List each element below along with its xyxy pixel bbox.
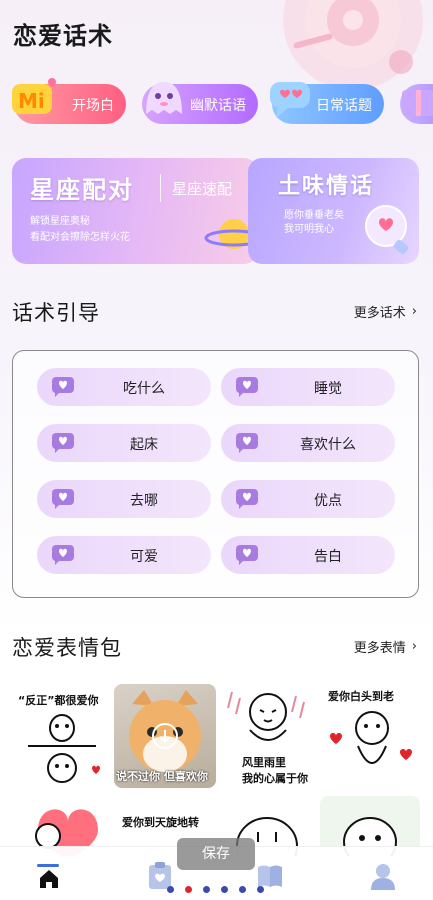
more-lines-label: 更多话术 xyxy=(353,306,406,321)
heart-chat-icon xyxy=(236,545,258,565)
active-tab-indicator xyxy=(37,864,59,867)
chip-opening[interactable]: Mi 开场白 xyxy=(12,78,126,124)
mi-badge-icon: Mi xyxy=(12,78,56,114)
category-chips: Mi 开场白 幽默话语 日常话题 xyxy=(0,78,433,132)
zodiac-card-title: 星座配对 xyxy=(30,176,134,204)
sticker-item[interactable]: “反正”都很爱你 xyxy=(12,684,112,788)
chip-label: 日常话题 xyxy=(316,98,372,114)
guide-item-label: 吃什么 xyxy=(123,381,165,397)
ghost-icon xyxy=(146,82,182,114)
guide-item[interactable]: 睡觉 xyxy=(221,368,395,406)
doodle-hugging-icon xyxy=(227,691,305,741)
sticker-caption: 爱你白头到老 xyxy=(328,690,394,703)
pager-dots xyxy=(162,886,272,896)
lightbulb-heart-icon xyxy=(365,205,409,255)
heart-chat-icon xyxy=(52,377,74,397)
pager-dot[interactable] xyxy=(257,886,264,893)
heart-chat-icon xyxy=(52,489,74,509)
pager-dot[interactable] xyxy=(167,886,174,893)
chip-daily[interactable]: 日常话题 xyxy=(270,82,384,124)
heart-chat-icon xyxy=(52,545,74,565)
cheesy-lines-card[interactable]: 土味情话 愿你垂垂老矣 我可明我心 xyxy=(248,158,419,264)
sticker-caption: 我的心属于你 xyxy=(242,772,308,785)
gift-icon xyxy=(402,90,433,116)
page-title: 恋爱话术 xyxy=(13,22,113,50)
pager-dot-active[interactable] xyxy=(185,886,192,893)
save-toast[interactable]: 保存 xyxy=(177,838,255,870)
guide-item-label: 睡觉 xyxy=(314,381,342,397)
guide-item-label: 喜欢什么 xyxy=(300,437,356,453)
cheesy-card-desc: 我可明我心 xyxy=(284,224,334,235)
zodiac-card-subtitle: 星座速配 xyxy=(172,180,233,198)
zodiac-card-desc: 看配对会擦除怎样火花 xyxy=(30,232,130,243)
guide-item[interactable]: 起床 xyxy=(37,424,211,462)
more-stickers-label: 更多表情 xyxy=(353,641,406,656)
zodiac-match-card[interactable]: 星座配对 星座速配 解锁星座奥秘 看配对会擦除怎样火花 xyxy=(12,158,258,264)
zodiac-card-desc: 解锁星座奥秘 xyxy=(30,216,90,227)
sticker-item[interactable]: 说不过你 但喜欢你 xyxy=(114,684,216,788)
profile-icon xyxy=(371,864,395,890)
guide-item[interactable]: 可爱 xyxy=(37,536,211,574)
cheesy-card-title: 土味情话 xyxy=(278,174,375,199)
heart-chat-icon xyxy=(236,489,258,509)
page: 恋爱话术 Mi 开场白 幽默话语 日常话题 星座配对 星座速配 解锁星座奥秘 看… xyxy=(0,0,433,900)
chat-bubble-icon xyxy=(270,82,310,118)
guide-item-label: 起床 xyxy=(130,437,158,453)
sticker-caption: 说不过你 但喜欢你 xyxy=(116,770,208,783)
heart-chat-icon xyxy=(236,433,258,453)
guide-item[interactable]: 优点 xyxy=(221,480,395,518)
pager-dot[interactable] xyxy=(203,886,210,893)
chip-label: 开场白 xyxy=(72,98,114,114)
guide-item-label: 可爱 xyxy=(130,549,158,565)
doodle-heart-holder-icon xyxy=(330,711,412,764)
sticker-item[interactable]: 爱你白头到老 xyxy=(320,684,420,788)
chip-more[interactable] xyxy=(400,84,433,124)
chevron-right-icon: › xyxy=(411,304,417,319)
heart-chat-icon xyxy=(52,433,74,453)
pager-dot[interactable] xyxy=(239,886,246,893)
guide-section-title: 话术引导 xyxy=(12,301,100,325)
heart-chat-icon xyxy=(236,377,258,397)
sticker-caption: “反正”都很爱你 xyxy=(18,694,99,707)
pager-dot[interactable] xyxy=(221,886,228,893)
chevron-right-icon: › xyxy=(411,639,417,654)
chip-humor[interactable]: 幽默话语 xyxy=(142,82,258,124)
guide-item[interactable]: 告白 xyxy=(221,536,395,574)
guide-item-label: 告白 xyxy=(314,549,342,565)
doodle-figure-icon xyxy=(28,714,100,783)
sticker-caption: 爱你到天旋地转 xyxy=(122,816,199,829)
guide-grid: 吃什么 睡觉 起床 喜欢什么 去哪 优点 可爱 告白 xyxy=(12,350,419,598)
more-stickers-link[interactable]: 更多表情 › xyxy=(354,637,417,656)
more-lines-link[interactable]: 更多话术 › xyxy=(354,302,417,321)
tab-profile[interactable] xyxy=(368,857,398,893)
cheesy-card-desc: 愿你垂垂老矣 xyxy=(284,210,344,221)
guide-item[interactable]: 吃什么 xyxy=(37,368,211,406)
guide-item-label: 优点 xyxy=(314,493,342,509)
guide-item-label: 去哪 xyxy=(130,493,158,509)
sticker-caption: 风里雨里 xyxy=(242,756,286,769)
chip-label: 幽默话语 xyxy=(190,98,246,114)
divider xyxy=(160,174,161,202)
svg-text:Mi: Mi xyxy=(18,89,45,113)
guide-item[interactable]: 喜欢什么 xyxy=(221,424,395,462)
home-icon xyxy=(40,870,58,888)
guide-item[interactable]: 去哪 xyxy=(37,480,211,518)
sticker-section-title: 恋爱表情包 xyxy=(12,636,122,660)
sticker-item[interactable]: 风里雨里 我的心属于你 xyxy=(218,684,318,788)
tab-home[interactable] xyxy=(34,857,64,893)
